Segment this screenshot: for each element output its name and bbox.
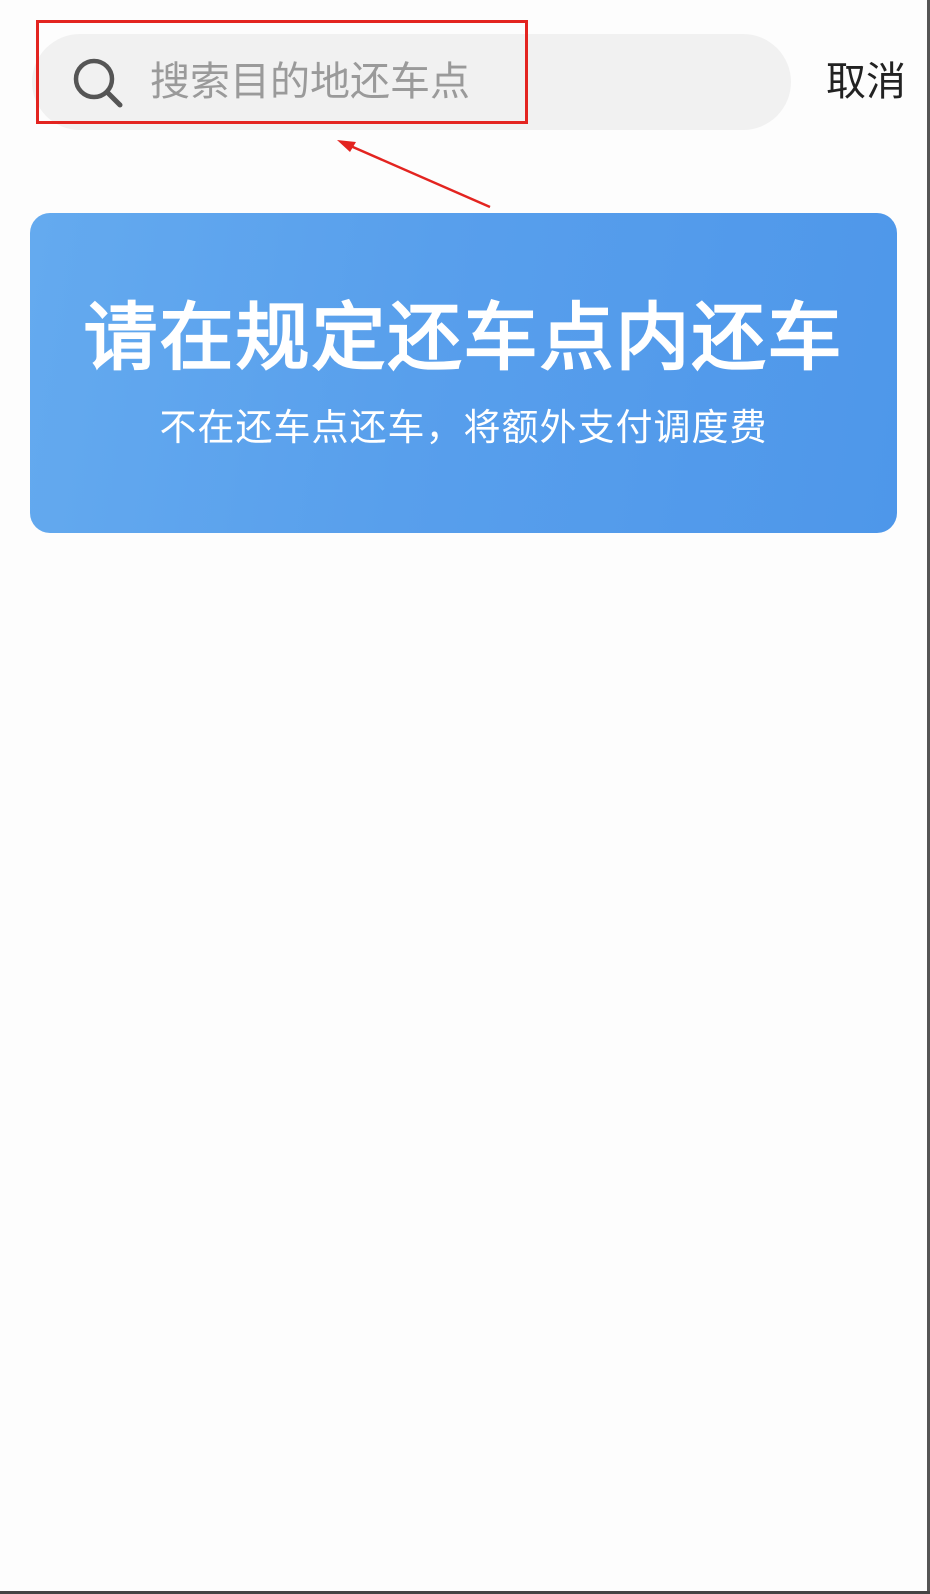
return-notice-banner: 请在规定还车点内还车 不在还车点还车，将额外支付调度费 [30,213,897,533]
banner-subtitle: 不在还车点还车，将额外支付调度费 [159,406,768,449]
banner-title: 请在规定还车点内还车 [83,295,844,381]
